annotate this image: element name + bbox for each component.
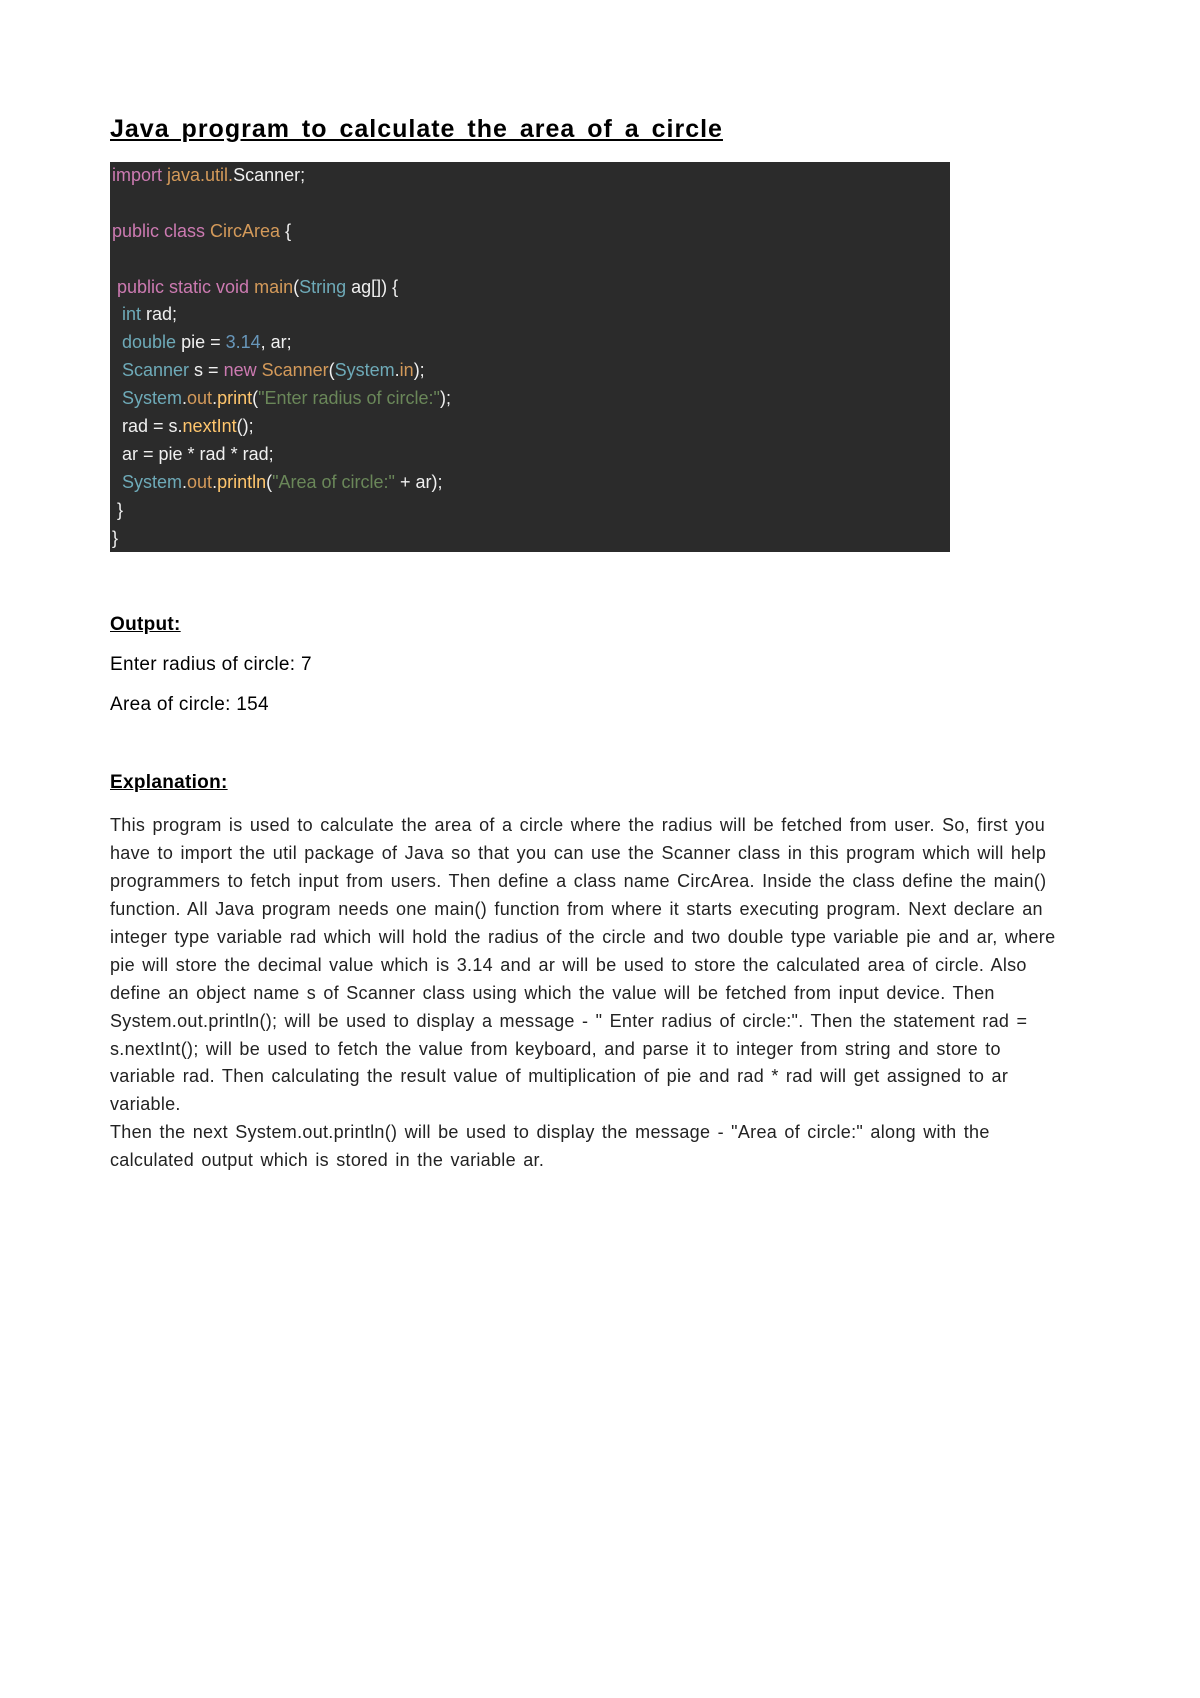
- page-title: Java program to calculate the area of a …: [110, 115, 1100, 144]
- document-page: Java program to calculate the area of a …: [0, 0, 1200, 1275]
- code-token: , ar;: [261, 332, 292, 352]
- code-token: 3.14: [226, 332, 261, 352]
- code-token: pie =: [181, 332, 226, 352]
- code-token: );: [440, 388, 451, 408]
- code-token: rad = s.: [112, 416, 183, 436]
- output-heading: Output:: [110, 614, 1100, 636]
- code-token: ag[]) {: [346, 277, 398, 297]
- code-token: }: [112, 500, 123, 520]
- code-token: int: [112, 304, 146, 324]
- code-token: import: [112, 165, 162, 185]
- code-token: ar = pie * rad * rad;: [112, 444, 274, 464]
- code-token: ;: [172, 304, 177, 324]
- explanation-paragraph: This program is used to calculate the ar…: [110, 812, 1064, 1175]
- explanation-text: This program is used to calculate the ar…: [110, 815, 1055, 1114]
- code-token: in: [400, 360, 414, 380]
- code-token: main: [254, 277, 293, 297]
- code-token: public static void: [112, 277, 254, 297]
- code-token: Scanner: [262, 360, 329, 380]
- explanation-heading: Explanation:: [110, 772, 1100, 794]
- code-block: import java.util.Scanner; public class C…: [110, 162, 950, 552]
- code-token: System: [112, 472, 182, 492]
- code-token: ;: [300, 165, 305, 185]
- code-token: }: [112, 528, 118, 548]
- explanation-text: Then the next System.out.println() will …: [110, 1122, 990, 1170]
- code-token: new: [224, 360, 262, 380]
- code-token: String: [299, 277, 346, 297]
- code-token: System: [112, 388, 182, 408]
- code-token: {: [280, 221, 291, 241]
- code-token: CircArea: [210, 221, 280, 241]
- code-token: public class: [112, 221, 210, 241]
- code-token: double: [112, 332, 181, 352]
- code-token: );: [414, 360, 425, 380]
- code-token: println: [217, 472, 266, 492]
- code-token: Scanner: [112, 360, 194, 380]
- code-token: "Enter radius of circle:": [258, 388, 440, 408]
- code-token: s =: [194, 360, 224, 380]
- code-token: print: [217, 388, 252, 408]
- code-token: java.util.: [162, 165, 233, 185]
- output-line: Enter radius of circle: 7: [110, 654, 1100, 676]
- code-token: ();: [237, 416, 254, 436]
- code-token: Scanner: [233, 165, 300, 185]
- code-token: nextInt: [183, 416, 237, 436]
- code-token: rad: [146, 304, 172, 324]
- code-token: out: [187, 472, 212, 492]
- code-token: out: [187, 388, 212, 408]
- code-token: + ar);: [395, 472, 443, 492]
- output-line: Area of circle: 154: [110, 694, 1100, 716]
- code-token: System: [335, 360, 395, 380]
- code-token: "Area of circle:": [272, 472, 395, 492]
